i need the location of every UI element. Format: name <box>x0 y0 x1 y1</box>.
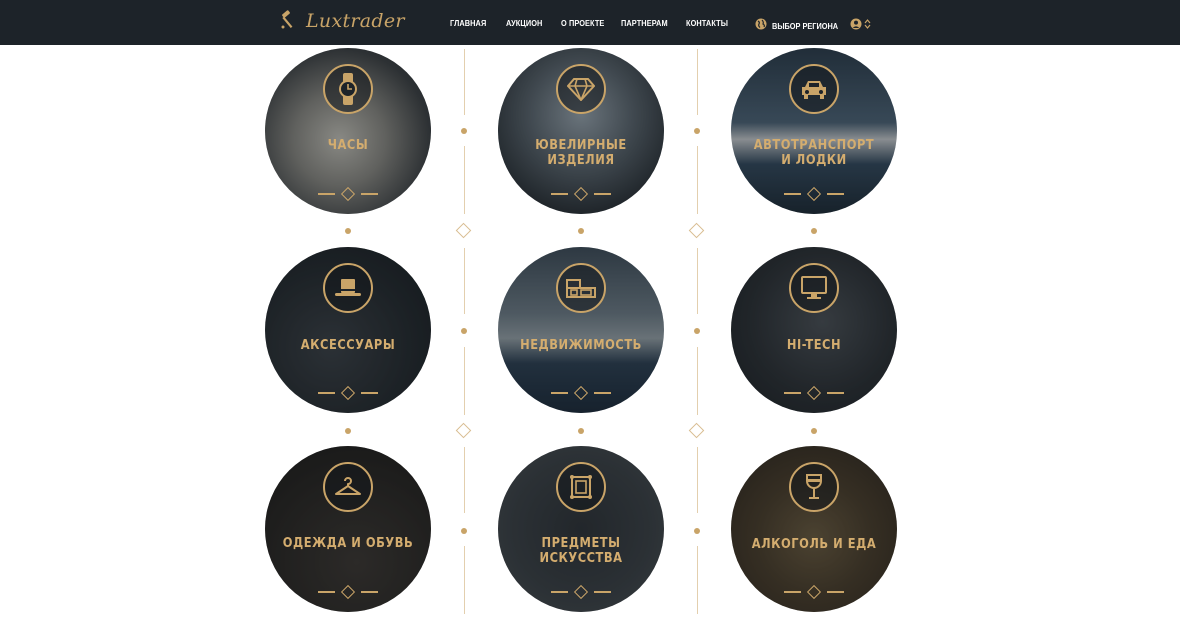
divider-dot <box>811 428 817 434</box>
divider-dot <box>461 128 467 134</box>
divider-dot <box>578 228 584 234</box>
category-ornament <box>265 186 431 202</box>
category-alcohol-food[interactable]: АЛКОГОЛЬ И ЕДА <box>731 446 897 612</box>
category-hi-tech[interactable]: HI-TECH <box>731 247 897 413</box>
divider-line <box>464 447 465 513</box>
divider-dot <box>345 228 351 234</box>
divider-diamond <box>455 222 472 239</box>
category-ornament <box>731 186 897 202</box>
category-label: НЕДВИЖИМОСТЬ <box>520 338 642 353</box>
category-ornament <box>731 584 897 600</box>
divider-diamond <box>688 222 705 239</box>
category-label: ПРЕДМЕТЫ ИСКУССТВА <box>539 536 623 566</box>
category-ornament <box>265 584 431 600</box>
category-ornament <box>731 385 897 401</box>
category-label: АКСЕССУАРЫ <box>300 338 396 353</box>
building-icon <box>556 263 606 313</box>
category-accessories[interactable]: АКСЕССУАРЫ <box>265 247 431 413</box>
category-label: ОДЕЖДА И ОБУВЬ <box>282 536 414 551</box>
divider-line <box>464 146 465 214</box>
divider-line <box>697 546 698 614</box>
category-watches[interactable]: ЧАСЫ <box>265 48 431 214</box>
divider-dot <box>694 128 700 134</box>
divider-line <box>464 347 465 415</box>
region-selector-label: ВЫБОР РЕГИОНА <box>772 21 839 31</box>
top-navigation-bar: Luxtrader ГЛАВНАЯ АУКЦИОН О ПРОЕКТЕ ПАРТ… <box>0 0 1180 45</box>
hat-icon <box>323 263 373 313</box>
divider-line <box>464 49 465 115</box>
category-clothing-shoes[interactable]: ОДЕЖДА И ОБУВЬ <box>265 446 431 612</box>
divider-line <box>697 49 698 115</box>
divider-diamond <box>455 422 472 439</box>
divider-dot <box>461 528 467 534</box>
divider-line <box>697 447 698 513</box>
car-icon <box>789 64 839 114</box>
region-selector[interactable]: ВЫБОР РЕГИОНА <box>755 17 844 35</box>
category-ornament <box>498 186 664 202</box>
main-nav: ГЛАВНАЯ АУКЦИОН О ПРОЕКТЕ ПАРТНЕРАМ КОНТ… <box>0 0 1180 45</box>
divider-line <box>697 248 698 314</box>
frame-icon <box>556 462 606 512</box>
category-vehicles-boats[interactable]: АВТОТРАНСПОРТ И ЛОДКИ <box>731 48 897 214</box>
category-label: АВТОТРАНСПОРТ И ЛОДКИ <box>753 138 875 168</box>
category-label: ЧАСЫ <box>327 138 369 153</box>
category-art[interactable]: ПРЕДМЕТЫ ИСКУССТВА <box>498 446 664 612</box>
chevron-up-down-icon <box>864 17 871 35</box>
divider-line <box>464 546 465 614</box>
category-label: HI-TECH <box>786 338 842 353</box>
category-real-estate[interactable]: НЕДВИЖИМОСТЬ <box>498 247 664 413</box>
watch-icon <box>323 64 373 114</box>
divider-dot <box>578 428 584 434</box>
divider-dot <box>811 228 817 234</box>
divider-dot <box>345 428 351 434</box>
divider-line <box>697 347 698 415</box>
category-ornament <box>265 385 431 401</box>
globe-icon <box>755 17 767 35</box>
category-jewelry[interactable]: ЮВЕЛИРНЫЕ ИЗДЕЛИЯ <box>498 48 664 214</box>
category-label: ЮВЕЛИРНЫЕ ИЗДЕЛИЯ <box>535 138 627 168</box>
user-icon <box>850 17 862 35</box>
wine-glass-icon <box>789 462 839 512</box>
nav-item-auction[interactable]: АУКЦИОН <box>506 19 542 28</box>
divider-line <box>464 248 465 314</box>
divider-dot <box>694 528 700 534</box>
divider-line <box>697 146 698 214</box>
diamond-icon <box>556 64 606 114</box>
monitor-icon <box>789 263 839 313</box>
user-menu[interactable] <box>850 17 871 35</box>
category-ornament <box>498 584 664 600</box>
category-label: АЛКОГОЛЬ И ЕДА <box>751 537 877 552</box>
divider-dot <box>694 328 700 334</box>
hanger-icon <box>323 462 373 512</box>
nav-item-contacts[interactable]: КОНТАКТЫ <box>686 19 728 28</box>
divider-dot <box>461 328 467 334</box>
nav-item-home[interactable]: ГЛАВНАЯ <box>450 19 486 28</box>
category-ornament <box>498 385 664 401</box>
nav-item-partners[interactable]: ПАРТНЕРАМ <box>621 19 668 28</box>
nav-item-about[interactable]: О ПРОЕКТЕ <box>561 19 604 28</box>
divider-diamond <box>688 422 705 439</box>
